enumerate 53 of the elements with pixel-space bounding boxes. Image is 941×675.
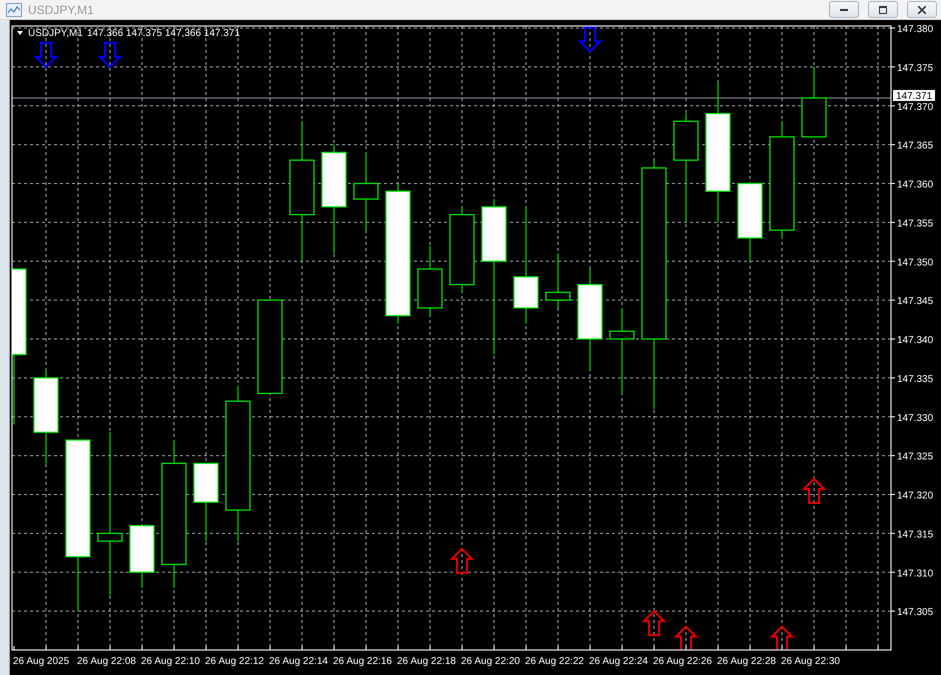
price-axis-label: 147.365	[897, 140, 934, 152]
candlestick	[417, 245, 443, 316]
maximize-icon	[879, 6, 887, 14]
time-axis-label: 26 Aug 22:24	[589, 656, 648, 667]
up-arrow	[802, 478, 826, 504]
price-quote: 147.366 147.375 147,366 147.371	[87, 28, 240, 39]
price-axis-label: 147.315	[897, 529, 934, 540]
price-axis-label: 147.370	[897, 102, 934, 113]
close-icon	[918, 6, 926, 14]
down-arrow	[34, 42, 58, 68]
time-axis-label: 26 Aug 22:30	[781, 656, 840, 667]
time-axis-label: 26 Aug 22:12	[205, 656, 264, 667]
minimize-icon	[840, 8, 848, 10]
price-axis-label: 147.335	[897, 374, 934, 385]
price-axis-label: 147.355	[897, 218, 934, 230]
chart-symbol: USDJPY,M1	[28, 28, 83, 39]
price-axis-label: 147.325	[897, 452, 934, 463]
price-axis-label: 147.330	[897, 412, 934, 424]
candlestick	[801, 66, 827, 138]
price-axis-label: 147.340	[897, 335, 934, 346]
time-axis-label: 26 Aug 22:16	[333, 656, 392, 667]
time-axis-label: 26 Aug 22:08	[77, 656, 136, 667]
up-arrow	[674, 625, 698, 650]
up-arrow	[450, 548, 474, 574]
time-axis-label: 26 Aug 22:26	[653, 656, 712, 667]
down-arrow	[98, 42, 122, 68]
up-arrow	[642, 610, 666, 636]
price-axis-label: 147.360	[897, 180, 934, 190]
time-axis-label: 26 Aug 22:28	[717, 656, 776, 667]
close-button[interactable]	[907, 1, 937, 18]
price-axis-label: 147.380	[897, 24, 934, 35]
price-axis-label: 147.310	[897, 568, 934, 580]
window-title: USDJPY,M1	[28, 2, 95, 16]
dropdown-caret-icon[interactable]	[17, 31, 23, 35]
current-price-label: 147.371	[893, 90, 935, 102]
chart-window-icon	[6, 2, 22, 16]
down-arrow	[578, 26, 602, 53]
price-axis-label: 147.375	[897, 62, 934, 74]
time-axis-label: 26 Aug 22:22	[525, 656, 584, 667]
candlestick	[129, 525, 155, 588]
maximize-button[interactable]	[868, 1, 898, 18]
time-axis-label: 26 Aug 2025	[13, 656, 70, 667]
time-axis-label: 26 Aug 22:18	[397, 656, 456, 667]
price-axis-label: 147.305	[897, 607, 934, 618]
candlestick	[545, 252, 571, 308]
up-arrow	[770, 625, 794, 650]
price-axis-label: 147.350	[897, 257, 934, 268]
minimize-button[interactable]	[829, 1, 859, 18]
time-axis-label: 26 Aug 22:10	[141, 656, 200, 667]
price-axis-label: 147.345	[897, 296, 934, 308]
price-axis-label: 147.320	[897, 490, 934, 502]
time-axis-label: 26 Aug 22:14	[269, 656, 328, 667]
time-axis-label: 26 Aug 22:20	[461, 656, 520, 667]
